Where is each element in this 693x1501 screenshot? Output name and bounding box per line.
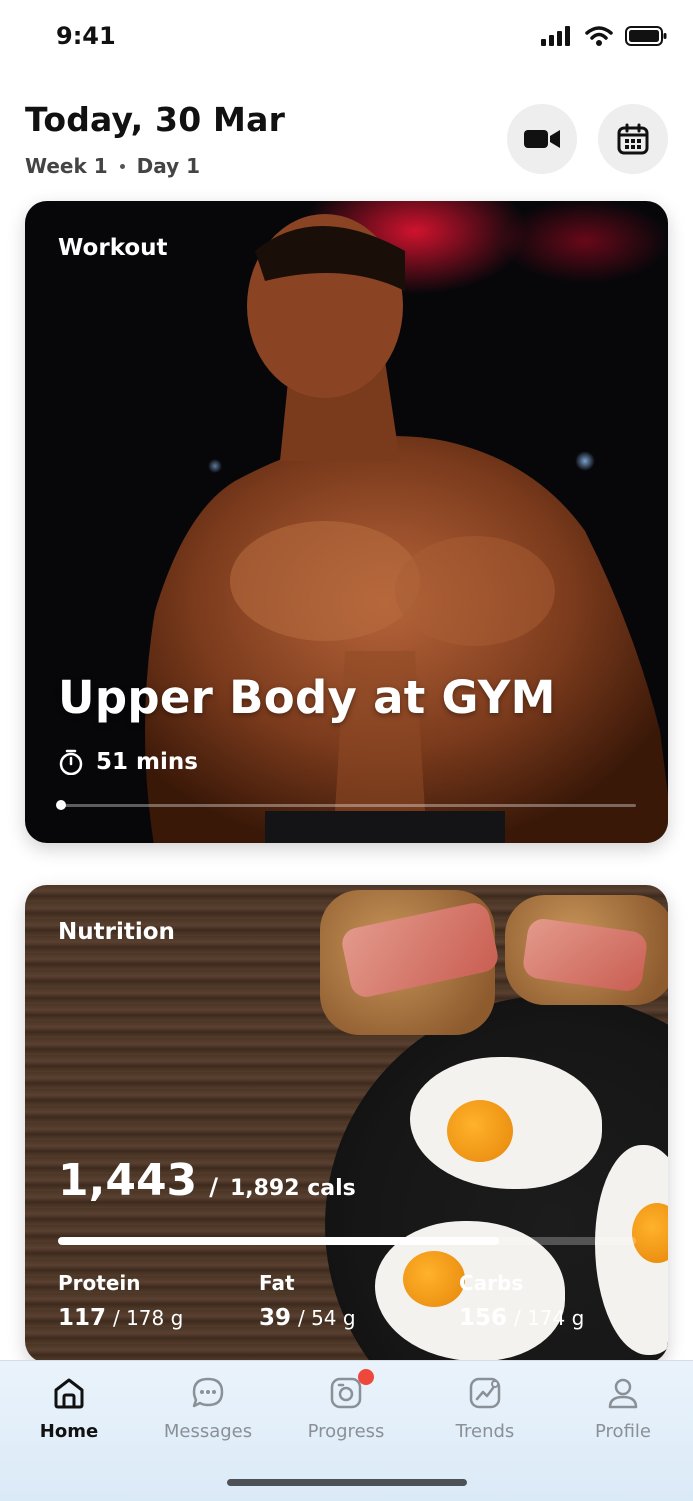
calories-progress-bar (58, 1237, 636, 1245)
calories-progress-fill (58, 1237, 499, 1245)
calendar-icon (617, 123, 649, 155)
calories-separator: / (209, 1173, 218, 1201)
macro-name: Protein (58, 1271, 141, 1295)
macro-carbs: Carbs 156 / 174 g (459, 1271, 584, 1331)
macro-target: / 174 g (513, 1306, 585, 1330)
workout-label: Workout (58, 235, 168, 261)
status-time: 9:41 (56, 22, 116, 50)
stopwatch-icon (59, 749, 83, 775)
macro-fat: Fat 39 / 54 g (259, 1271, 356, 1331)
battery-icon (625, 26, 667, 46)
calories-summary: 1,443 / 1,892 cals (58, 1155, 356, 1206)
video-button[interactable] (507, 104, 577, 174)
trend-chart-icon (469, 1377, 501, 1409)
wifi-icon (585, 26, 613, 46)
notification-badge (358, 1369, 374, 1385)
egg-yolk (447, 1100, 513, 1162)
tab-profile[interactable]: Profile (563, 1375, 683, 1442)
macro-value: 39 (259, 1305, 292, 1331)
chat-bubble-icon (192, 1377, 224, 1408)
tab-messages[interactable]: Messages (148, 1375, 268, 1442)
workout-duration: 51 mins (58, 749, 198, 775)
week-day-label: Week 1 Day 1 (25, 154, 200, 178)
tab-label: Progress (307, 1421, 385, 1442)
status-icons (541, 26, 667, 46)
tab-progress[interactable]: Progress (286, 1369, 406, 1442)
tab-trends[interactable]: Trends (425, 1375, 545, 1442)
tab-home[interactable]: Home (9, 1375, 129, 1442)
nutrition-label: Nutrition (58, 919, 175, 945)
athlete-photo (145, 214, 668, 843)
macro-protein: Protein 117 / 178 g (58, 1271, 183, 1331)
separator-dot (119, 163, 125, 169)
calories-consumed: 1,443 (58, 1155, 198, 1206)
macro-value: 156 (459, 1305, 508, 1331)
macro-value: 117 (58, 1305, 107, 1331)
workout-progress-track (56, 800, 636, 810)
workout-card[interactable]: Workout Upper Body at GYM 51 mins (25, 201, 668, 843)
calories-target: 1,892 cals (229, 1176, 356, 1201)
calendar-button[interactable] (598, 104, 668, 174)
home-icon (54, 1378, 84, 1409)
workout-progress-dot (56, 800, 66, 810)
workout-title: Upper Body at GYM (58, 671, 556, 724)
tab-label: Home (39, 1421, 99, 1442)
macro-name: Carbs (459, 1271, 524, 1295)
egg-yolk (403, 1251, 465, 1307)
macro-target: / 54 g (297, 1306, 356, 1330)
user-icon (608, 1378, 638, 1409)
macro-name: Fat (259, 1271, 295, 1295)
duration-text: 51 mins (96, 749, 198, 775)
week-label: Week 1 (25, 154, 108, 178)
nutrition-card[interactable]: Nutrition 1,443 / 1,892 cals Protein 117… (25, 885, 668, 1363)
tab-label: Profile (595, 1421, 651, 1442)
tab-label: Messages (163, 1421, 253, 1442)
cellular-signal-icon (541, 26, 570, 46)
home-indicator (227, 1479, 467, 1486)
day-label: Day 1 (136, 154, 201, 178)
page-title: Today, 30 Mar (25, 100, 286, 139)
macro-target: / 178 g (112, 1306, 184, 1330)
video-camera-icon (524, 130, 560, 148)
tab-label: Trends (455, 1421, 515, 1442)
